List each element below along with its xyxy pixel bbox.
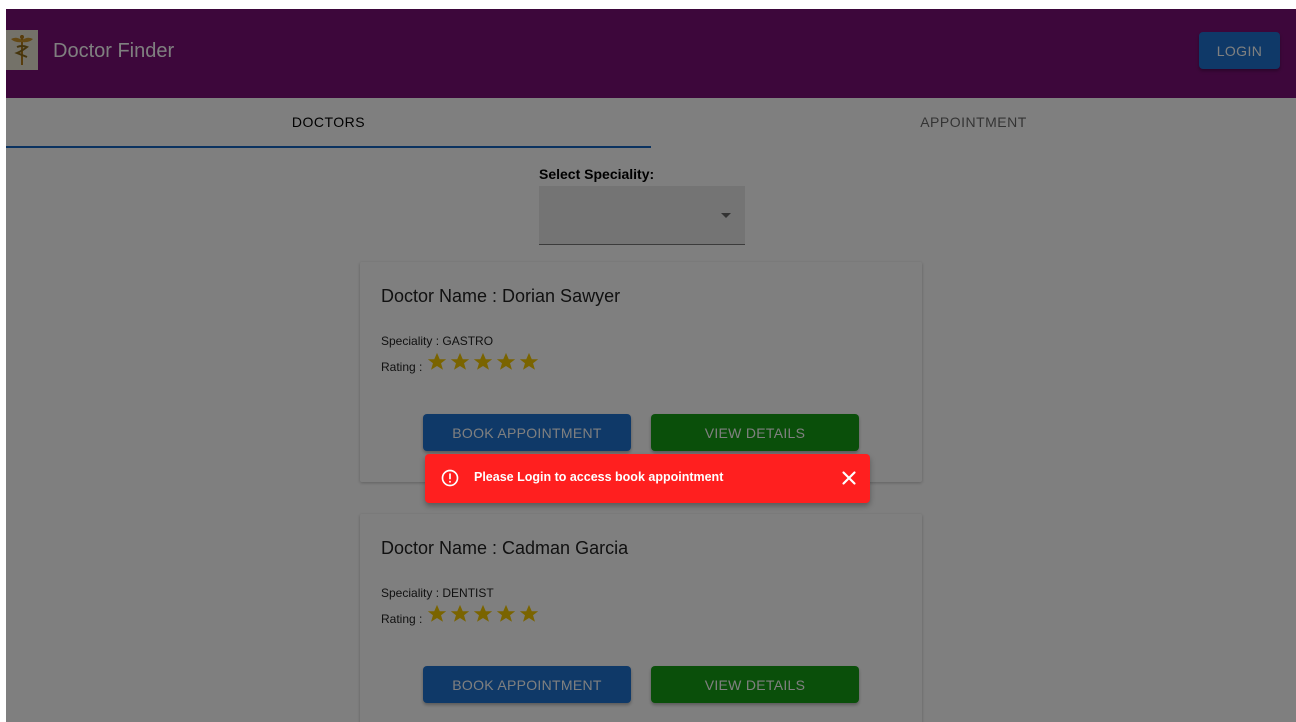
error-outline-icon [441,469,459,487]
error-snackbar: Please Login to access book appointment [425,454,870,503]
close-icon[interactable] [838,467,860,489]
modal-backdrop[interactable] [6,9,1296,722]
snackbar-message: Please Login to access book appointment [474,470,724,484]
app-root: Doctor Finder LOGIN DOCTORS APPOINTMENT … [6,9,1296,722]
